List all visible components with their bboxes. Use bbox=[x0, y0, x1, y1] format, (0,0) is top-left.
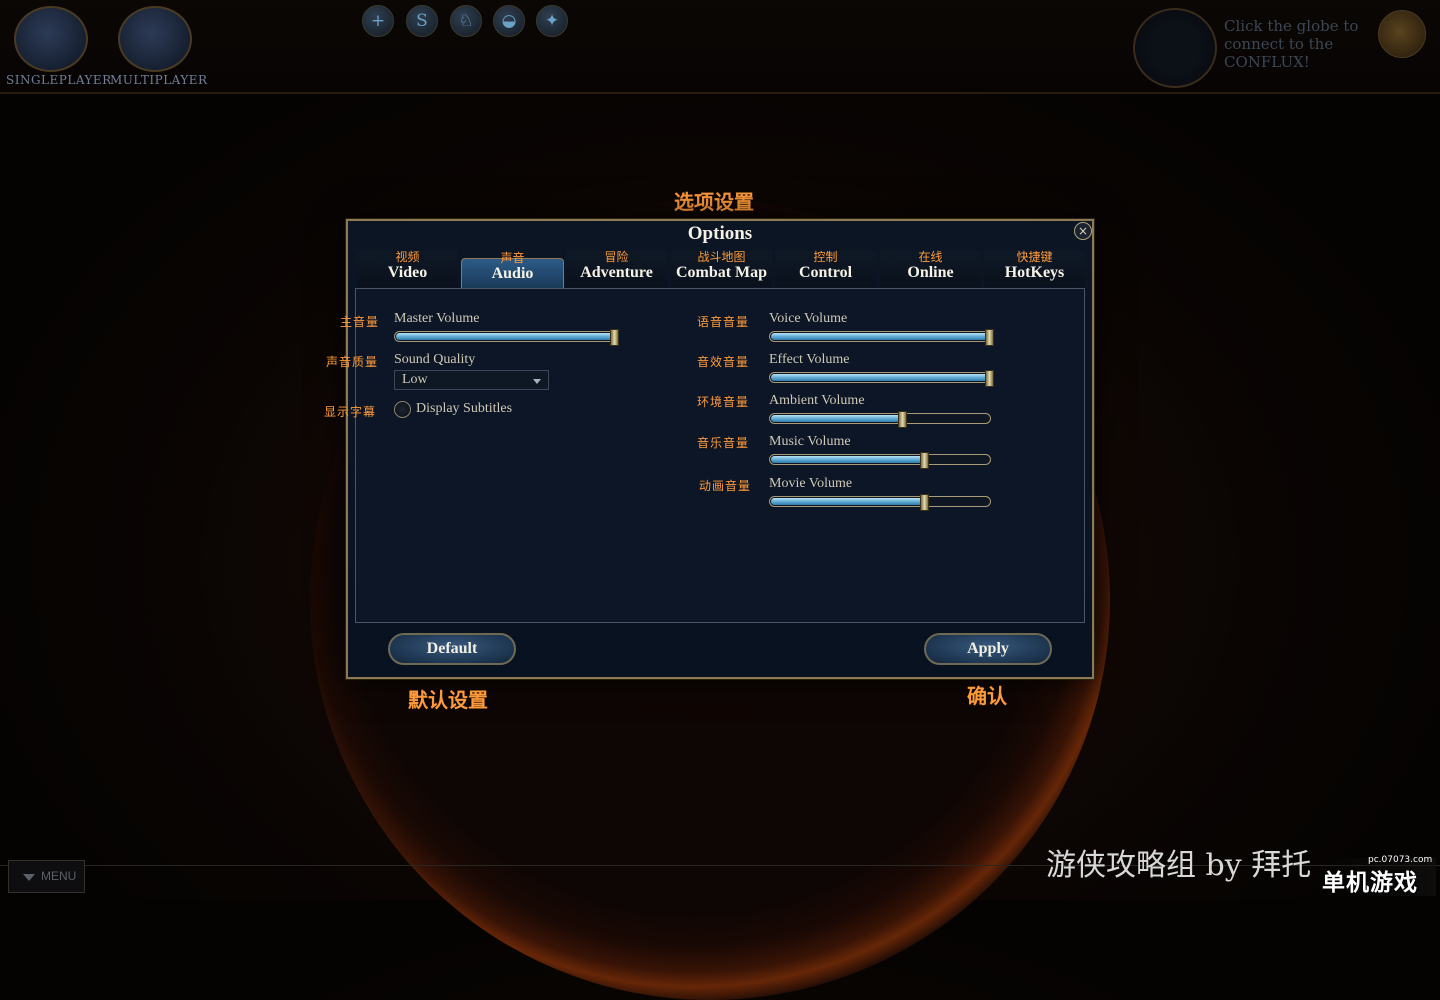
options-dialog: Options × 视频 Video 声音 Audio 冒险 Adventure… bbox=[324, 219, 1094, 679]
sound-quality-label: Sound Quality bbox=[394, 352, 476, 367]
voice-volume-fill bbox=[771, 333, 989, 340]
menu-button[interactable]: MENU bbox=[8, 860, 85, 893]
ambient-volume-thumb[interactable] bbox=[898, 411, 907, 428]
display-subtitles-label: Display Subtitles bbox=[416, 401, 513, 416]
multiplayer-button[interactable]: MULTIPLAYER bbox=[110, 6, 208, 88]
effect-volume-cn: 音效音量 bbox=[697, 355, 750, 369]
emblem-icon[interactable] bbox=[1378, 10, 1426, 58]
s-icon[interactable]: S bbox=[406, 5, 438, 37]
tab-audio-cn: 声音 bbox=[500, 251, 525, 265]
armor-icon[interactable]: ♘ bbox=[450, 5, 482, 37]
sound-quality-cn: 声音质量 bbox=[326, 355, 379, 369]
watermark-text: 游侠攻略组 by 拜托 bbox=[1046, 848, 1312, 883]
master-volume-label: Master Volume bbox=[394, 311, 480, 326]
tab-combat-map-cn: 战斗地图 bbox=[697, 250, 746, 264]
multiplayer-label: MULTIPLAYER bbox=[110, 73, 208, 87]
effect-volume-slider[interactable] bbox=[769, 370, 994, 387]
multiplayer-emblem-icon bbox=[118, 6, 192, 72]
tab-combat-map-label: Combat Map bbox=[675, 264, 768, 281]
tab-hotkeys-cn: 快捷键 bbox=[1016, 250, 1053, 264]
menu-label: MENU bbox=[41, 869, 77, 883]
master-volume-slider[interactable] bbox=[394, 329, 619, 346]
tab-video-cn: 视频 bbox=[395, 250, 420, 264]
movie-volume-thumb[interactable] bbox=[920, 494, 929, 511]
tab-video-label: Video bbox=[387, 264, 428, 281]
master-volume-thumb[interactable] bbox=[610, 329, 619, 346]
globe-hint-text: Click the globe to connect to the CONFLU… bbox=[1224, 17, 1359, 71]
singleplayer-button[interactable]: SINGLEPLAYER bbox=[6, 6, 112, 88]
movie-volume-label: Movie Volume bbox=[769, 476, 853, 491]
tab-control-cn: 控制 bbox=[813, 250, 838, 264]
close-icon[interactable]: × bbox=[1074, 222, 1092, 240]
tab-hotkeys[interactable]: 快捷键 HotKeys bbox=[984, 251, 1085, 287]
tab-hotkeys-label: HotKeys bbox=[1004, 264, 1065, 281]
chevron-down-icon bbox=[533, 379, 541, 384]
skill-icon[interactable]: ✦ bbox=[536, 5, 568, 37]
sound-quality-value: Low bbox=[402, 372, 428, 387]
effect-volume-thumb[interactable] bbox=[985, 370, 994, 387]
tab-control-label: Control bbox=[798, 264, 853, 281]
ambient-volume-slider[interactable] bbox=[769, 411, 991, 428]
voice-volume-label: Voice Volume bbox=[769, 311, 848, 326]
tab-online[interactable]: 在线 Online bbox=[880, 251, 981, 287]
conflux-globe-button[interactable] bbox=[1133, 8, 1217, 88]
default-button[interactable]: Default bbox=[388, 633, 516, 665]
voice-volume-slider[interactable] bbox=[769, 329, 994, 346]
options-title-annotation: 选项设置 bbox=[674, 190, 754, 214]
default-annotation: 默认设置 bbox=[408, 688, 488, 712]
tab-control[interactable]: 控制 Control bbox=[775, 251, 876, 287]
menu-arrow-icon bbox=[23, 874, 35, 881]
sound-quality-select[interactable]: Low bbox=[394, 370, 549, 390]
music-volume-thumb[interactable] bbox=[920, 452, 929, 469]
display-subtitles-checkbox[interactable] bbox=[394, 401, 411, 418]
tab-audio-label: Audio bbox=[491, 265, 534, 282]
helmet-icon[interactable]: ◒ bbox=[493, 5, 525, 37]
tab-adventure-label: Adventure bbox=[580, 264, 653, 281]
tab-adventure[interactable]: 冒险 Adventure bbox=[566, 251, 667, 287]
music-volume-fill bbox=[771, 456, 924, 463]
voice-volume-thumb[interactable] bbox=[985, 329, 994, 346]
music-volume-cn: 音乐音量 bbox=[697, 436, 750, 450]
voice-volume-cn: 语音音量 bbox=[697, 315, 750, 329]
apply-button[interactable]: Apply bbox=[924, 633, 1052, 665]
movie-volume-fill bbox=[771, 498, 924, 505]
music-volume-slider[interactable] bbox=[769, 452, 991, 469]
master-volume-cn: 主音量 bbox=[340, 315, 380, 329]
site-logo-text: 单机游戏 bbox=[1322, 870, 1418, 896]
ambient-volume-cn: 环境音量 bbox=[697, 395, 750, 409]
music-volume-label: Music Volume bbox=[769, 434, 851, 449]
movie-volume-slider[interactable] bbox=[769, 494, 991, 511]
effect-volume-fill bbox=[771, 374, 989, 381]
top-bar: SINGLEPLAYER MULTIPLAYER + S ♘ ◒ ✦ Click… bbox=[0, 0, 1440, 94]
subtitles-cn: 显示字幕 bbox=[324, 405, 377, 419]
plus-icon[interactable]: + bbox=[362, 5, 394, 37]
tab-online-cn: 在线 bbox=[918, 250, 943, 264]
singleplayer-emblem-icon bbox=[14, 6, 88, 72]
tab-video[interactable]: 视频 Video bbox=[357, 251, 458, 287]
tab-adventure-cn: 冒险 bbox=[604, 250, 629, 264]
tab-combat-map[interactable]: 战斗地图 Combat Map bbox=[671, 251, 772, 287]
effect-volume-label: Effect Volume bbox=[769, 352, 850, 367]
tab-audio[interactable]: 声音 Audio bbox=[461, 252, 564, 292]
site-logo: pc.07073.com 单机游戏 bbox=[1318, 855, 1436, 896]
tab-online-label: Online bbox=[907, 264, 954, 281]
ambient-volume-label: Ambient Volume bbox=[769, 393, 865, 408]
master-volume-fill bbox=[396, 333, 614, 340]
audio-settings-panel: 主音量 Master Volume 声音质量 Sound Quality Low… bbox=[324, 288, 1085, 623]
apply-annotation: 确认 bbox=[967, 684, 1007, 708]
movie-volume-cn: 动画音量 bbox=[699, 479, 752, 493]
ambient-volume-fill bbox=[771, 415, 902, 422]
dialog-title: Options bbox=[687, 223, 753, 244]
singleplayer-label: SINGLEPLAYER bbox=[6, 73, 112, 87]
